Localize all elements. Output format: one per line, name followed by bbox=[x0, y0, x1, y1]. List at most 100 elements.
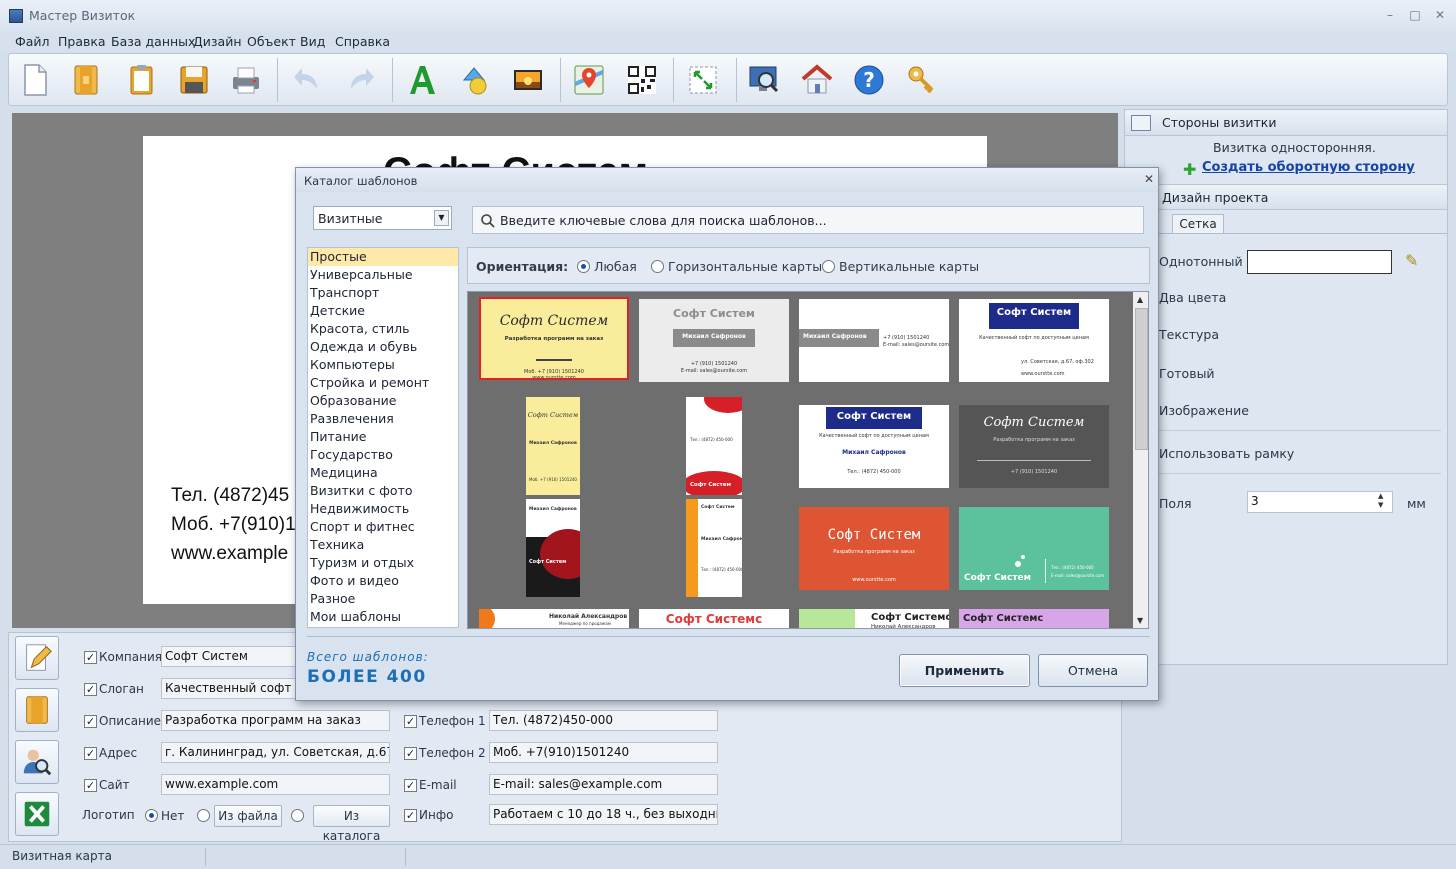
category-item[interactable]: Детские bbox=[308, 302, 458, 320]
template-card[interactable]: Николай Александров Менеджер по продажам bbox=[479, 609, 629, 628]
keys-icon[interactable] bbox=[902, 60, 942, 100]
category-item[interactable]: Туризм и отдых bbox=[308, 554, 458, 572]
option-solid[interactable]: Однотонный bbox=[1159, 254, 1243, 269]
color-swatch[interactable] bbox=[1247, 250, 1392, 274]
create-back-side-link[interactable]: Создать оборотную сторону bbox=[1202, 160, 1415, 175]
maximize-icon[interactable]: □ bbox=[1407, 7, 1423, 23]
menu-file[interactable]: Файл bbox=[15, 34, 50, 49]
template-card[interactable]: Софт Систем Качественный софт по доступн… bbox=[799, 405, 949, 488]
site-checkbox[interactable]: ✓ bbox=[84, 779, 97, 792]
margins-spinner[interactable]: ▲ ▼ bbox=[1378, 492, 1383, 510]
preview-monitor-icon[interactable] bbox=[744, 60, 784, 100]
menu-design[interactable]: Дизайн bbox=[193, 34, 242, 49]
category-item[interactable]: Транспорт bbox=[308, 284, 458, 302]
dialog-close-icon[interactable]: ✕ bbox=[1144, 172, 1154, 186]
template-card[interactable]: Софт Систем Разработка программ на заказ… bbox=[799, 507, 949, 590]
category-item[interactable]: Образование bbox=[308, 392, 458, 410]
menu-edit[interactable]: Правка bbox=[58, 34, 106, 49]
cancel-button[interactable]: Отмена bbox=[1038, 654, 1148, 687]
shapes-icon[interactable] bbox=[454, 60, 494, 100]
use-frame-option[interactable]: Использовать рамку bbox=[1159, 446, 1294, 461]
scroll-down-icon[interactable]: ▼ bbox=[1137, 616, 1143, 625]
email-checkbox[interactable]: ✓ bbox=[404, 779, 417, 792]
card-site[interactable]: www.example bbox=[171, 543, 288, 565]
template-card[interactable]: Софт Системс bbox=[959, 609, 1109, 628]
category-item[interactable]: Мои шаблоны bbox=[308, 608, 458, 626]
company-checkbox[interactable]: ✓ bbox=[84, 651, 97, 664]
option-image[interactable]: Изображение bbox=[1159, 403, 1249, 418]
save-disk-icon[interactable] bbox=[174, 60, 214, 100]
scrollbar-thumb[interactable] bbox=[1135, 308, 1148, 450]
menu-object[interactable]: Объект bbox=[247, 34, 296, 49]
info-input[interactable]: Работаем с 10 до 18 ч., без выходных bbox=[489, 804, 718, 825]
template-card[interactable]: Софт Систем Михаил Сафронов +7 (910) 150… bbox=[639, 299, 789, 382]
grid-scrollbar[interactable]: ▲ ▼ bbox=[1133, 292, 1148, 628]
orientation-any-radio[interactable] bbox=[577, 260, 590, 273]
logo-none-radio[interactable] bbox=[145, 809, 158, 822]
option-two-colors[interactable]: Два цвета bbox=[1159, 290, 1226, 305]
template-card[interactable]: Софт Систем Михаил Сафронов Моб. +7 (910… bbox=[526, 397, 580, 495]
description-input[interactable]: Разработка программ на заказ bbox=[161, 710, 390, 731]
logo-from-catalog-button[interactable]: Из каталога bbox=[313, 805, 390, 843]
menu-database[interactable]: База данных bbox=[111, 34, 195, 49]
category-item[interactable]: Одежда и обувь bbox=[308, 338, 458, 356]
category-item[interactable]: Стройка и ремонт bbox=[308, 374, 458, 392]
category-item[interactable]: Фото и видео bbox=[308, 572, 458, 590]
template-card[interactable]: Софт Систем Михаил Сафронов Тел.: (4872)… bbox=[686, 499, 742, 597]
margins-input[interactable]: 3 bbox=[1247, 491, 1393, 513]
redo-icon[interactable] bbox=[340, 60, 380, 100]
category-item[interactable]: Техника bbox=[308, 536, 458, 554]
category-item[interactable]: Красота, стиль bbox=[308, 320, 458, 338]
map-pin-icon[interactable] bbox=[569, 60, 609, 100]
template-type-select[interactable]: Визитные ▼ bbox=[313, 206, 452, 230]
chevron-down-icon[interactable]: ▼ bbox=[434, 210, 449, 226]
slogan-input[interactable]: Качественный софт по до bbox=[161, 678, 301, 699]
category-item[interactable]: Разное bbox=[308, 590, 458, 608]
template-card[interactable]: Софт Систем Разработка программ на заказ… bbox=[479, 297, 629, 380]
category-list[interactable]: Простые Универсальные Транспорт Детские Крас… bbox=[307, 247, 459, 628]
close-icon[interactable]: ✕ bbox=[1432, 7, 1448, 23]
category-item[interactable]: Развлечения bbox=[308, 410, 458, 428]
template-card[interactable]: Софт Системс bbox=[639, 609, 789, 628]
eyedropper-icon[interactable]: ✎ bbox=[1405, 251, 1418, 270]
category-item[interactable]: Питание bbox=[308, 428, 458, 446]
fit-screen-icon[interactable] bbox=[683, 60, 723, 100]
description-checkbox[interactable]: ✓ bbox=[84, 715, 97, 728]
category-item[interactable]: Недвижимость bbox=[308, 500, 458, 518]
excel-import-button[interactable] bbox=[15, 792, 59, 836]
company-input[interactable]: Софт Систем bbox=[161, 646, 301, 667]
qr-code-icon[interactable] bbox=[622, 60, 662, 100]
minimize-icon[interactable]: – bbox=[1382, 7, 1398, 23]
address-checkbox[interactable]: ✓ bbox=[84, 747, 97, 760]
email-input[interactable]: E-mail: sales@example.com bbox=[489, 774, 718, 795]
edit-pencil-button[interactable] bbox=[15, 636, 59, 680]
logo-catalog-radio[interactable] bbox=[291, 809, 304, 822]
category-item[interactable]: Спорт и фитнес bbox=[308, 518, 458, 536]
new-file-icon[interactable] bbox=[15, 60, 55, 100]
card-mobile[interactable]: Моб. +7(910)1 bbox=[171, 514, 296, 536]
tab-grid[interactable]: Сетка bbox=[1172, 214, 1224, 234]
template-search-input[interactable]: Введите ключевые слова для поиска шаблон… bbox=[472, 206, 1144, 234]
slogan-checkbox[interactable]: ✓ bbox=[84, 683, 97, 696]
category-item[interactable]: Медицина bbox=[308, 464, 458, 482]
open-folder-icon[interactable] bbox=[66, 60, 106, 100]
option-texture[interactable]: Текстура bbox=[1159, 327, 1219, 342]
card-phone[interactable]: Тел. (4872)45 bbox=[171, 485, 289, 507]
image-icon[interactable] bbox=[508, 60, 548, 100]
category-item[interactable]: Визитки с фото bbox=[308, 482, 458, 500]
info-checkbox[interactable]: ✓ bbox=[404, 809, 417, 822]
text-a-icon[interactable] bbox=[402, 60, 442, 100]
template-grid[interactable]: Софт Систем Разработка программ на заказ… bbox=[467, 291, 1149, 629]
clipboard-icon[interactable] bbox=[121, 60, 161, 100]
category-item[interactable]: Простые bbox=[308, 248, 458, 266]
logo-from-file-button[interactable]: Из файла bbox=[214, 805, 282, 827]
logo-file-radio[interactable] bbox=[197, 809, 210, 822]
phone2-input[interactable]: Моб. +7(910)1501240 bbox=[489, 742, 718, 763]
template-card[interactable]: Михаил Сафронов Софт Систем bbox=[526, 499, 580, 597]
template-card[interactable]: Софт Систем Разработка программ на заказ… bbox=[959, 405, 1109, 488]
undo-icon[interactable] bbox=[288, 60, 328, 100]
menu-help[interactable]: Справка bbox=[335, 34, 390, 49]
address-input[interactable]: г. Калининград, ул. Советская, д.67, оф.… bbox=[161, 742, 390, 763]
home-icon[interactable] bbox=[797, 60, 837, 100]
site-input[interactable]: www.example.com bbox=[161, 774, 390, 795]
